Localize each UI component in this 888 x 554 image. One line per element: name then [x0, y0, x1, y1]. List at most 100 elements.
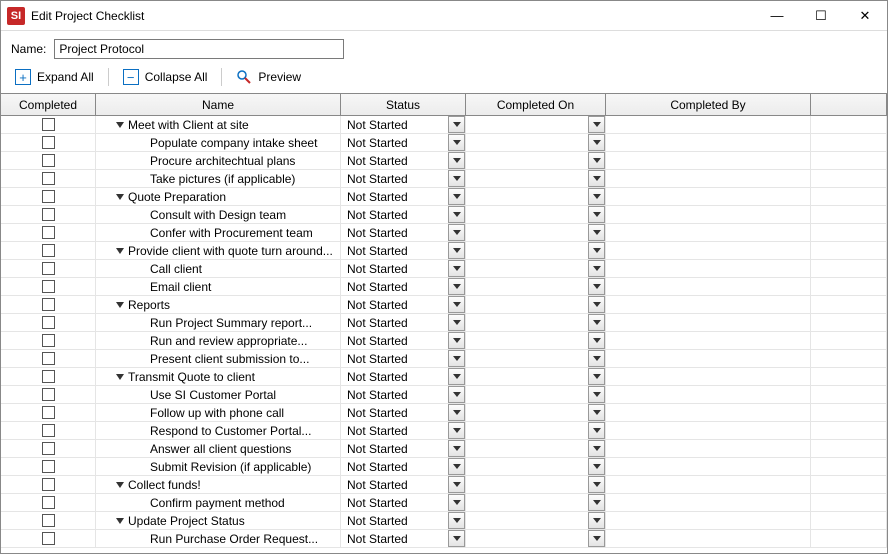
completed-on-dropdown-button[interactable] [588, 422, 605, 439]
completed-on-dropdown-button[interactable] [588, 314, 605, 331]
completed-on-dropdown-button[interactable] [588, 458, 605, 475]
name-input[interactable] [54, 39, 344, 59]
collapse-all-button[interactable]: − Collapse All [117, 67, 214, 87]
completed-by-cell[interactable] [606, 368, 811, 385]
status-dropdown-button[interactable] [448, 368, 465, 385]
completed-by-cell[interactable] [606, 260, 811, 277]
completed-on-cell[interactable] [466, 296, 606, 313]
completed-on-cell[interactable] [466, 260, 606, 277]
name-cell[interactable]: Populate company intake sheet [96, 134, 341, 151]
completed-on-cell[interactable] [466, 134, 606, 151]
completed-checkbox[interactable] [42, 352, 55, 365]
completed-checkbox[interactable] [42, 172, 55, 185]
status-dropdown-button[interactable] [448, 296, 465, 313]
completed-checkbox[interactable] [42, 442, 55, 455]
completed-on-dropdown-button[interactable] [588, 116, 605, 133]
completed-on-dropdown-button[interactable] [588, 278, 605, 295]
completed-by-cell[interactable] [606, 170, 811, 187]
name-cell[interactable]: Present client submission to... [96, 350, 341, 367]
status-dropdown-button[interactable] [448, 278, 465, 295]
status-cell[interactable]: Not Started [341, 314, 466, 331]
status-dropdown-button[interactable] [448, 476, 465, 493]
status-cell[interactable]: Not Started [341, 386, 466, 403]
completed-by-cell[interactable] [606, 278, 811, 295]
completed-on-dropdown-button[interactable] [588, 134, 605, 151]
expander-icon[interactable] [116, 302, 124, 308]
completed-by-cell[interactable] [606, 152, 811, 169]
status-dropdown-button[interactable] [448, 134, 465, 151]
completed-checkbox[interactable] [42, 298, 55, 311]
maximize-button[interactable]: ☐ [799, 1, 843, 31]
completed-on-cell[interactable] [466, 530, 606, 547]
completed-on-cell[interactable] [466, 242, 606, 259]
column-header-name[interactable]: Name [96, 94, 341, 115]
name-cell[interactable]: Confer with Procurement team [96, 224, 341, 241]
completed-checkbox[interactable] [42, 460, 55, 473]
table-row[interactable]: Run and review appropriate...Not Started [1, 332, 887, 350]
completed-checkbox[interactable] [42, 316, 55, 329]
completed-on-dropdown-button[interactable] [588, 512, 605, 529]
completed-checkbox[interactable] [42, 424, 55, 437]
completed-on-dropdown-button[interactable] [588, 368, 605, 385]
table-row[interactable]: Follow up with phone callNot Started [1, 404, 887, 422]
name-cell[interactable]: Collect funds! [96, 476, 341, 493]
completed-on-dropdown-button[interactable] [588, 350, 605, 367]
completed-on-cell[interactable] [466, 386, 606, 403]
completed-on-dropdown-button[interactable] [588, 530, 605, 547]
table-row[interactable]: Confer with Procurement teamNot Started [1, 224, 887, 242]
preview-button[interactable]: Preview [230, 67, 307, 87]
completed-by-cell[interactable] [606, 296, 811, 313]
table-row[interactable]: Update Project StatusNot Started [1, 512, 887, 530]
column-header-completed[interactable]: Completed [1, 94, 96, 115]
table-row[interactable]: Answer all client questionsNot Started [1, 440, 887, 458]
name-cell[interactable]: Take pictures (if applicable) [96, 170, 341, 187]
name-cell[interactable]: Meet with Client at site [96, 116, 341, 133]
status-dropdown-button[interactable] [448, 422, 465, 439]
completed-by-cell[interactable] [606, 224, 811, 241]
status-cell[interactable]: Not Started [341, 152, 466, 169]
status-dropdown-button[interactable] [448, 386, 465, 403]
status-cell[interactable]: Not Started [341, 494, 466, 511]
status-dropdown-button[interactable] [448, 170, 465, 187]
completed-on-dropdown-button[interactable] [588, 242, 605, 259]
completed-checkbox[interactable] [42, 388, 55, 401]
completed-on-dropdown-button[interactable] [588, 188, 605, 205]
table-row[interactable]: Meet with Client at siteNot Started [1, 116, 887, 134]
completed-on-dropdown-button[interactable] [588, 152, 605, 169]
status-cell[interactable]: Not Started [341, 332, 466, 349]
expander-icon[interactable] [116, 194, 124, 200]
completed-on-cell[interactable] [466, 206, 606, 223]
name-cell[interactable]: Run and review appropriate... [96, 332, 341, 349]
name-cell[interactable]: Run Project Summary report... [96, 314, 341, 331]
completed-by-cell[interactable] [606, 134, 811, 151]
completed-checkbox[interactable] [42, 118, 55, 131]
completed-on-dropdown-button[interactable] [588, 206, 605, 223]
table-row[interactable]: Use SI Customer PortalNot Started [1, 386, 887, 404]
completed-checkbox[interactable] [42, 190, 55, 203]
expander-icon[interactable] [116, 248, 124, 254]
completed-on-dropdown-button[interactable] [588, 260, 605, 277]
completed-by-cell[interactable] [606, 512, 811, 529]
status-cell[interactable]: Not Started [341, 422, 466, 439]
completed-by-cell[interactable] [606, 332, 811, 349]
table-row[interactable]: Procure architechtual plansNot Started [1, 152, 887, 170]
table-row[interactable]: Email clientNot Started [1, 278, 887, 296]
table-row[interactable]: Transmit Quote to clientNot Started [1, 368, 887, 386]
status-dropdown-button[interactable] [448, 206, 465, 223]
table-row[interactable]: Confirm payment methodNot Started [1, 494, 887, 512]
status-cell[interactable]: Not Started [341, 278, 466, 295]
completed-by-cell[interactable] [606, 116, 811, 133]
completed-by-cell[interactable] [606, 350, 811, 367]
completed-checkbox[interactable] [42, 136, 55, 149]
completed-checkbox[interactable] [42, 262, 55, 275]
completed-on-cell[interactable] [466, 332, 606, 349]
completed-by-cell[interactable] [606, 422, 811, 439]
completed-checkbox[interactable] [42, 226, 55, 239]
name-cell[interactable]: Answer all client questions [96, 440, 341, 457]
completed-checkbox[interactable] [42, 280, 55, 293]
completed-on-dropdown-button[interactable] [588, 494, 605, 511]
name-cell[interactable]: Confirm payment method [96, 494, 341, 511]
completed-checkbox[interactable] [42, 154, 55, 167]
name-cell[interactable]: Call client [96, 260, 341, 277]
completed-by-cell[interactable] [606, 206, 811, 223]
